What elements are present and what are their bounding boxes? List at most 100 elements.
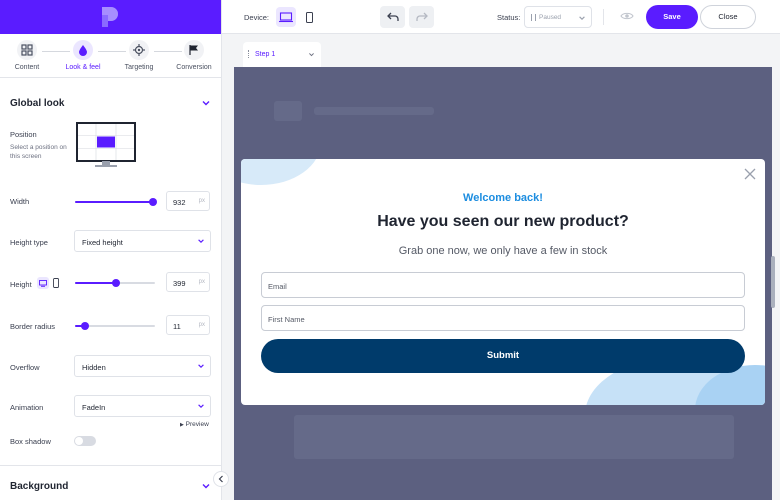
- chevron-down-icon: [198, 364, 204, 368]
- popup-subtitle: Grab one now, we only have a few in stoc…: [398, 245, 608, 257]
- top-toolbar: Device: Status: Paused Save Close: [222, 0, 780, 34]
- height-value: 399: [173, 279, 186, 288]
- popup-preview: Welcome back! Have you seen our new prod…: [241, 159, 765, 405]
- email-field[interactable]: Email: [261, 272, 745, 298]
- chevron-down-icon[interactable]: [201, 98, 211, 108]
- close-button[interactable]: Close: [700, 5, 756, 29]
- mobile-icon[interactable]: [53, 278, 59, 288]
- background-shape: [274, 101, 302, 121]
- status-label: Status:: [497, 13, 521, 22]
- desktop-device-button[interactable]: [276, 7, 296, 27]
- step-label: Targeting: [124, 64, 154, 71]
- overflow-label: Overflow: [10, 363, 40, 372]
- settings-sidebar: Content Look & feel Targeting Conversion: [0, 0, 222, 500]
- flag-icon: [184, 40, 204, 60]
- position-hint: Select a position on this screen: [10, 144, 67, 160]
- chevron-down-icon[interactable]: [201, 481, 211, 491]
- animation-select[interactable]: FadeIn: [74, 395, 211, 417]
- border-radius-value: 11: [173, 322, 181, 331]
- unit-label: px: [198, 322, 205, 328]
- global-look-title: Global look: [10, 98, 65, 109]
- step-label: Look & feel: [65, 64, 101, 71]
- undo-button[interactable]: [380, 6, 405, 28]
- step-conversion[interactable]: Conversion: [166, 40, 222, 71]
- redo-icon: [415, 12, 428, 21]
- chevron-left-icon: [218, 475, 223, 483]
- status-value: Paused: [539, 14, 562, 21]
- select-value: FadeIn: [82, 403, 106, 412]
- collapse-sidebar-button[interactable]: [213, 471, 229, 487]
- pause-icon: [531, 14, 536, 21]
- step-label: Content: [14, 64, 40, 71]
- target-icon: [129, 40, 149, 60]
- slider-handle[interactable]: [148, 198, 157, 206]
- mobile-device-button[interactable]: [299, 7, 319, 27]
- box-shadow-toggle[interactable]: [74, 436, 96, 446]
- step-tab[interactable]: Step 1: [243, 42, 321, 67]
- height-type-select[interactable]: Fixed height: [74, 230, 211, 252]
- height-type-label: Height type: [10, 238, 48, 247]
- popup-welcome: Welcome back!: [463, 192, 543, 204]
- section-divider: [0, 465, 222, 466]
- submit-button[interactable]: Submit: [261, 339, 745, 373]
- background-shape: [314, 107, 434, 115]
- background-shape: [294, 415, 734, 459]
- border-radius-input[interactable]: 11 px: [166, 315, 210, 335]
- height-label: Height: [10, 280, 32, 289]
- select-value: Fixed height: [82, 238, 123, 247]
- grid-icon: [17, 40, 37, 60]
- border-radius-label: Border radius: [10, 322, 56, 331]
- save-button[interactable]: Save: [646, 5, 698, 29]
- popup-title: Have you seen our new product?: [377, 213, 629, 230]
- position-label: Position: [10, 130, 37, 139]
- brand-bar: [0, 0, 221, 34]
- chevron-down-icon: [198, 404, 204, 408]
- redo-button[interactable]: [409, 6, 434, 28]
- droplet-icon: [73, 40, 93, 60]
- height-input[interactable]: 399 px: [166, 272, 210, 292]
- width-value: 932: [173, 198, 186, 207]
- step-tab-label: Step 1: [255, 51, 276, 58]
- step-content[interactable]: Content: [0, 40, 55, 71]
- play-icon: ▶: [180, 422, 184, 428]
- chevron-down-icon: [579, 16, 585, 20]
- height-slider[interactable]: [75, 279, 155, 287]
- chevron-down-icon: [198, 239, 204, 243]
- unit-label: px: [198, 279, 205, 285]
- preview-label: Preview: [185, 421, 209, 428]
- step-label: Conversion: [176, 64, 212, 71]
- width-label: Width: [10, 197, 30, 206]
- device-label: Device:: [244, 13, 270, 22]
- chevron-down-icon: [309, 53, 314, 57]
- border-radius-slider[interactable]: [75, 322, 155, 330]
- desktop-icon: [279, 11, 293, 22]
- decorative-shape: [241, 159, 321, 185]
- toolbar-divider: [603, 9, 604, 25]
- slider-handle[interactable]: [111, 279, 120, 287]
- animation-label: Animation: [10, 403, 44, 412]
- slider-fill: [75, 282, 116, 284]
- position-picker[interactable]: [76, 122, 136, 168]
- width-slider[interactable]: [75, 198, 157, 206]
- drag-handle-icon[interactable]: [248, 50, 250, 58]
- wizard-steps: Content Look & feel Targeting Conversion: [0, 34, 221, 78]
- background-title: Background: [10, 481, 69, 492]
- overflow-select[interactable]: Hidden: [74, 355, 211, 377]
- width-input[interactable]: 932 px: [166, 191, 210, 211]
- animation-preview-link[interactable]: ▶ Preview: [180, 421, 209, 428]
- close-icon[interactable]: [744, 168, 756, 180]
- undo-icon: [386, 12, 399, 21]
- eye-icon[interactable]: [620, 11, 634, 21]
- slider-handle[interactable]: [81, 322, 90, 330]
- first-name-field[interactable]: First Name: [261, 305, 745, 331]
- step-look-and-feel[interactable]: Look & feel: [55, 40, 111, 71]
- mobile-icon: [305, 11, 313, 23]
- box-shadow-label: Box shadow: [10, 437, 51, 446]
- slider-fill: [75, 201, 153, 203]
- status-select[interactable]: Paused: [524, 6, 592, 28]
- canvas-scrollbar[interactable]: [771, 256, 775, 308]
- select-value: Hidden: [82, 363, 106, 372]
- step-targeting[interactable]: Targeting: [111, 40, 167, 71]
- desktop-icon[interactable]: [37, 277, 49, 289]
- logo-icon: [102, 7, 118, 27]
